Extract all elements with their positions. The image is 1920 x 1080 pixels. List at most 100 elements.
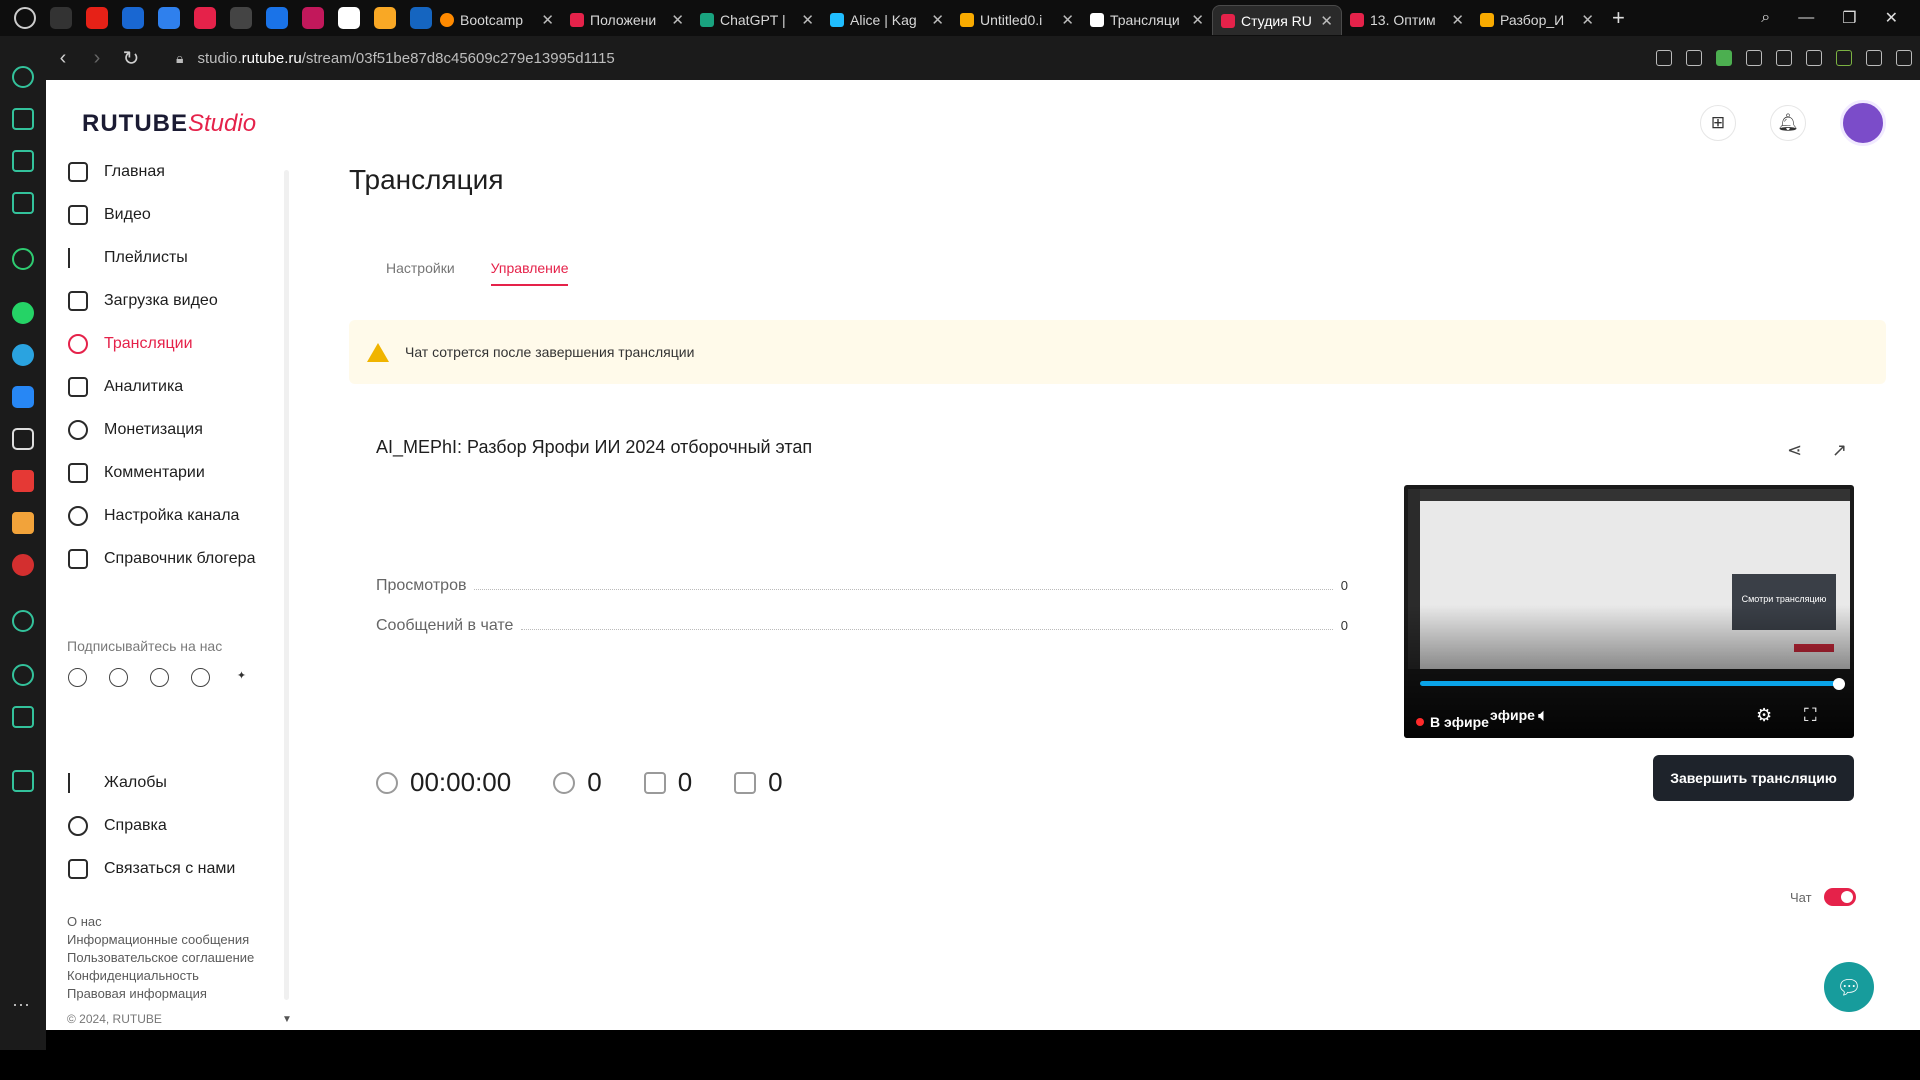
footer-link-info[interactable]: Информационные сообщения (67, 931, 254, 949)
close-tab-icon[interactable]: ✕ (1191, 11, 1204, 29)
github-icon[interactable] (338, 7, 360, 29)
chip-icon[interactable] (12, 192, 34, 214)
discord-icon[interactable] (12, 428, 34, 450)
close-tab-icon[interactable]: ✕ (541, 11, 554, 29)
close-tab-icon[interactable]: ✕ (671, 11, 684, 29)
sparkle-icon[interactable]: ✦ (232, 668, 251, 687)
settings-gear-icon[interactable]: ⚙ (1756, 705, 1772, 726)
reload-icon[interactable]: ↻ (114, 46, 148, 71)
vk-icon[interactable] (12, 386, 34, 408)
sidebar-item-contact[interactable]: Связаться с нами (68, 847, 298, 890)
pinned-tab-icon[interactable] (194, 7, 216, 29)
telegram-icon[interactable] (150, 668, 169, 687)
game-icon[interactable] (50, 7, 72, 29)
mail-ru-icon[interactable] (12, 512, 34, 534)
end-stream-button[interactable]: Завершить трансляцию (1653, 755, 1854, 801)
camera-icon[interactable] (1686, 50, 1702, 66)
close-tab-icon[interactable]: ✕ (801, 11, 814, 29)
sidebar-item-video[interactable]: Видео (68, 193, 298, 236)
sidebar-item-streams[interactable]: Трансляции (68, 322, 298, 365)
download-icon[interactable] (1866, 50, 1882, 66)
close-tab-icon[interactable]: ✕ (1581, 11, 1594, 29)
pinned-tab-icon[interactable] (302, 7, 324, 29)
gallery-icon[interactable] (12, 770, 34, 792)
chat-switch[interactable] (1823, 888, 1856, 906)
more-icon[interactable]: ··· (12, 994, 30, 1015)
browser-tab[interactable]: Разбор_И ✕ (1472, 5, 1602, 35)
heart-icon[interactable] (1776, 50, 1792, 66)
history-icon[interactable] (12, 664, 34, 686)
rutube-studio-logo[interactable]: RUTUBEStudio (82, 110, 256, 138)
pinned-tab-icon[interactable] (374, 7, 396, 29)
aria-icon[interactable] (12, 248, 34, 270)
url-field[interactable]: studio.rutube.ru/stream/03f51be87d8c4560… (197, 50, 614, 67)
menu-icon[interactable] (1896, 50, 1912, 66)
twitch-icon[interactable] (12, 150, 34, 172)
progress-knob[interactable] (1833, 678, 1845, 690)
browser-tab[interactable]: Трансляци ✕ (1082, 5, 1212, 35)
fullscreen-icon[interactable]: ⛶ (1804, 705, 1817, 726)
send-icon[interactable] (1746, 50, 1762, 66)
cube-icon[interactable] (1806, 50, 1822, 66)
maximize-icon[interactable]: ❐ (1842, 8, 1856, 28)
new-tab-plus-icon[interactable]: + (1612, 5, 1625, 31)
bag-icon[interactable] (12, 108, 34, 130)
sidebar-item-comments[interactable]: Комментарии (68, 451, 298, 494)
youtube-icon[interactable] (86, 7, 108, 29)
speed-dial-icon[interactable] (12, 66, 34, 88)
browser-tab[interactable]: 13. Оптим ✕ (1342, 5, 1472, 35)
pinned-tab-icon[interactable] (158, 7, 180, 29)
support-chat-button[interactable]: 💬︎ (1824, 962, 1874, 1012)
close-tab-icon[interactable]: ✕ (1061, 11, 1074, 29)
odnoklassniki-icon[interactable] (109, 668, 128, 687)
sidebar-item-monetization[interactable]: Монетизация (68, 408, 298, 451)
progress-bar[interactable] (1420, 681, 1840, 686)
external-link-icon[interactable]: ↗ (1832, 440, 1852, 460)
vk-icon[interactable] (68, 668, 87, 687)
footer-link-about[interactable]: О нас (67, 913, 254, 931)
mail-icon[interactable] (266, 7, 288, 29)
avatar[interactable] (1840, 100, 1886, 146)
tab-management[interactable]: Управление (490, 260, 569, 286)
close-tab-icon[interactable]: ✕ (1320, 12, 1333, 30)
apps-icon[interactable] (230, 7, 252, 29)
footer-link-legal[interactable]: Правовая информация (67, 985, 254, 1003)
telegram-icon[interactable] (12, 344, 34, 366)
share-icon[interactable]: ⋖ (1787, 440, 1807, 460)
browser-tab[interactable]: Untitled0.i ✕ (952, 5, 1082, 35)
player-icon[interactable] (12, 610, 34, 632)
viber-icon[interactable] (191, 668, 210, 687)
profile-icon[interactable] (1836, 50, 1852, 66)
footer-link-privacy[interactable]: Конфиденциальность (67, 967, 254, 985)
sidebar-item-channel-settings[interactable]: Настройка канала (68, 494, 298, 537)
forward-icon[interactable]: › (80, 47, 114, 70)
tab-settings[interactable]: Настройки (386, 260, 455, 286)
edit-icon[interactable] (1656, 50, 1672, 66)
extensions-cube-icon[interactable] (12, 706, 34, 728)
browser-tab[interactable]: Alice | Kag ✕ (822, 5, 952, 35)
chevron-down-icon[interactable]: ▼ (282, 1014, 292, 1025)
sidebar-item-home[interactable]: Главная (68, 150, 298, 193)
sidebar-item-upload[interactable]: Загрузка видео (68, 279, 298, 322)
sidebar-item-blogger-guide[interactable]: Справочник блогера (68, 537, 298, 580)
pinned-tab-icon[interactable] (122, 7, 144, 29)
sidebar-item-analytics[interactable]: Аналитика (68, 365, 298, 408)
footer-link-terms[interactable]: Пользовательское соглашение (67, 949, 254, 967)
close-tab-icon[interactable]: ✕ (1451, 11, 1464, 29)
pinned-tab-icon[interactable] (410, 7, 432, 29)
sidebar-item-playlists[interactable]: Плейлисты (68, 236, 298, 279)
browser-menu-icon[interactable] (14, 7, 36, 29)
search-tabs-icon[interactable]: ⌕ (1761, 9, 1770, 27)
close-tab-icon[interactable]: ✕ (931, 11, 944, 29)
sidebar-item-complaints[interactable]: Жалобы (68, 761, 298, 804)
volume-icon[interactable]: 🔈︎ (1538, 705, 1549, 726)
browser-tab[interactable]: Положени ✕ (562, 5, 692, 35)
browser-tab-active[interactable]: Студия RU ✕ (1212, 5, 1342, 35)
whatsapp-icon[interactable] (12, 302, 34, 324)
notifications-button[interactable]: 🔔︎ (1770, 105, 1806, 141)
app-icon[interactable] (12, 554, 34, 576)
browser-tab[interactable]: ChatGPT | ✕ (692, 5, 822, 35)
stream-preview-player[interactable]: Смотри трансляцию В эфире эфире 🔈︎ ⚙ ⛶ (1404, 485, 1854, 738)
sidebar-item-help[interactable]: Справка (68, 804, 298, 847)
close-window-icon[interactable]: ✕ (1885, 8, 1898, 28)
